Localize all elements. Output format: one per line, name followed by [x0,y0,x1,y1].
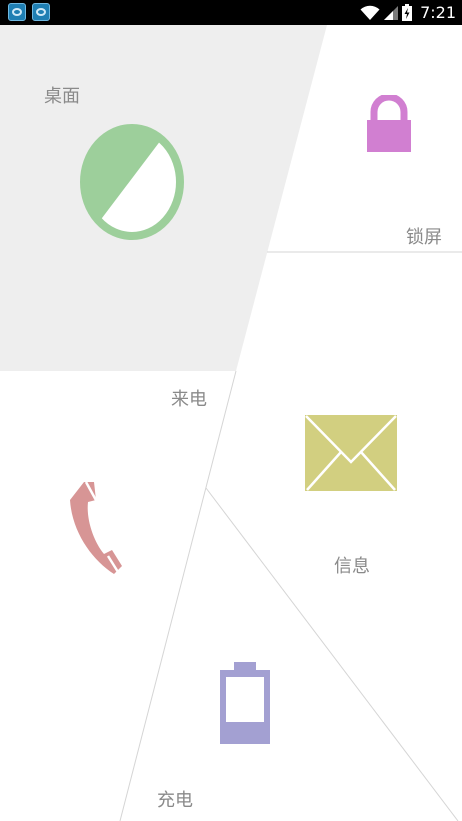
battery-charging-icon [402,4,413,21]
app-notification-icon [32,3,50,21]
desktop-label: 桌面 [44,86,80,107]
theme-panels: 桌面 锁屏 来电 信息 充电 [0,25,462,821]
status-indicators: 7:21 [360,0,456,25]
phone-icon[interactable] [64,480,128,580]
envelope-icon[interactable] [305,415,397,491]
incoming-call-label: 来电 [171,389,207,410]
theme-icon[interactable] [77,122,187,242]
status-time: 7:21 [420,3,456,22]
status-bar: 7:21 [0,0,462,25]
message-label: 信息 [334,556,370,577]
panel-divider [205,487,459,821]
signal-icon [384,5,399,20]
battery-icon[interactable] [220,662,270,744]
lock-screen-label: 锁屏 [406,227,442,248]
wifi-icon [360,5,380,20]
charging-label: 充电 [157,790,193,811]
panel-divider [119,370,237,821]
lock-icon[interactable] [366,95,412,153]
app-notification-icon [8,3,26,21]
